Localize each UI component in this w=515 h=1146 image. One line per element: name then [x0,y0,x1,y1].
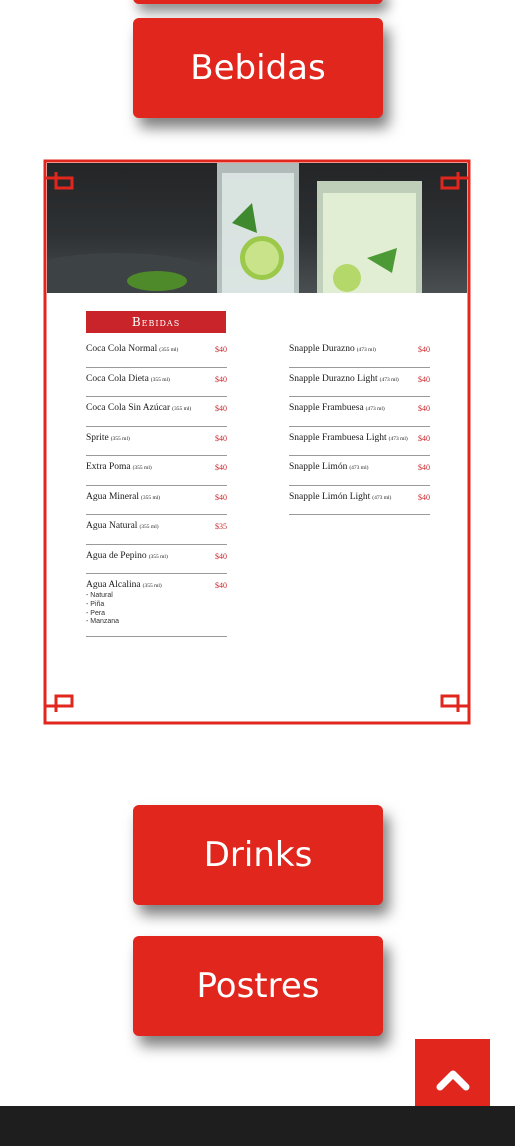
menu-item: Snapple Limón Light (473 ml) $40 [289,486,430,515]
bebidas-menu-image: Bebidas Coca Cola Normal (355 ml) $40 Coc… [42,158,472,726]
menu-item: Snapple Frambuesa (473 ml) $40 [289,397,430,427]
menu-item: Sprite (355 ml) $40 [86,427,227,456]
menu-column-right: Snapple Durazno (473 ml) $40 Snapple Dura… [289,338,430,515]
drinks-button[interactable]: Drinks [133,805,383,905]
menu-item: Snapple Durazno (473 ml) $40 [289,338,430,368]
menu-item: Agua de Pepino (355 ml) $40 [86,545,227,574]
menu-item: Snapple Durazno Light (473 ml) $40 [289,368,430,397]
chevron-up-icon [436,1070,469,1090]
menu-item: Agua Mineral (355 ml) $40 [86,486,227,515]
menu-item: Snapple Limón (473 ml) $40 [289,456,430,486]
bebidas-button[interactable]: Bebidas [133,18,383,118]
menu-item-options: - Natural - Piña - Pera - Manzana [86,592,120,626]
menu-item: Coca Cola Sin Azúcar (355 ml) $40 [86,397,227,427]
menu-item: Extra Poma (355 ml) $40 [86,456,227,486]
menu-item: Coca Cola Normal (355 ml) $40 [86,338,227,368]
menu-item: Agua Natural (355 ml) $35 [86,515,227,545]
menu-item: Snapple Frambuesa Light (473 ml) $40 [289,427,430,456]
footer [0,1106,515,1146]
previous-category-button[interactable] [133,0,383,4]
section-title: Bebidas [86,311,226,333]
postres-button[interactable]: Postres [133,936,383,1036]
menu-column-left: Coca Cola Normal (355 ml) $40 Coca Cola D… [86,338,227,637]
menu-item: Coca Cola Dieta (355 ml) $40 [86,368,227,397]
menu-item: Agua Alcalina (355 ml) $40 - Natural - Pi… [86,574,227,637]
